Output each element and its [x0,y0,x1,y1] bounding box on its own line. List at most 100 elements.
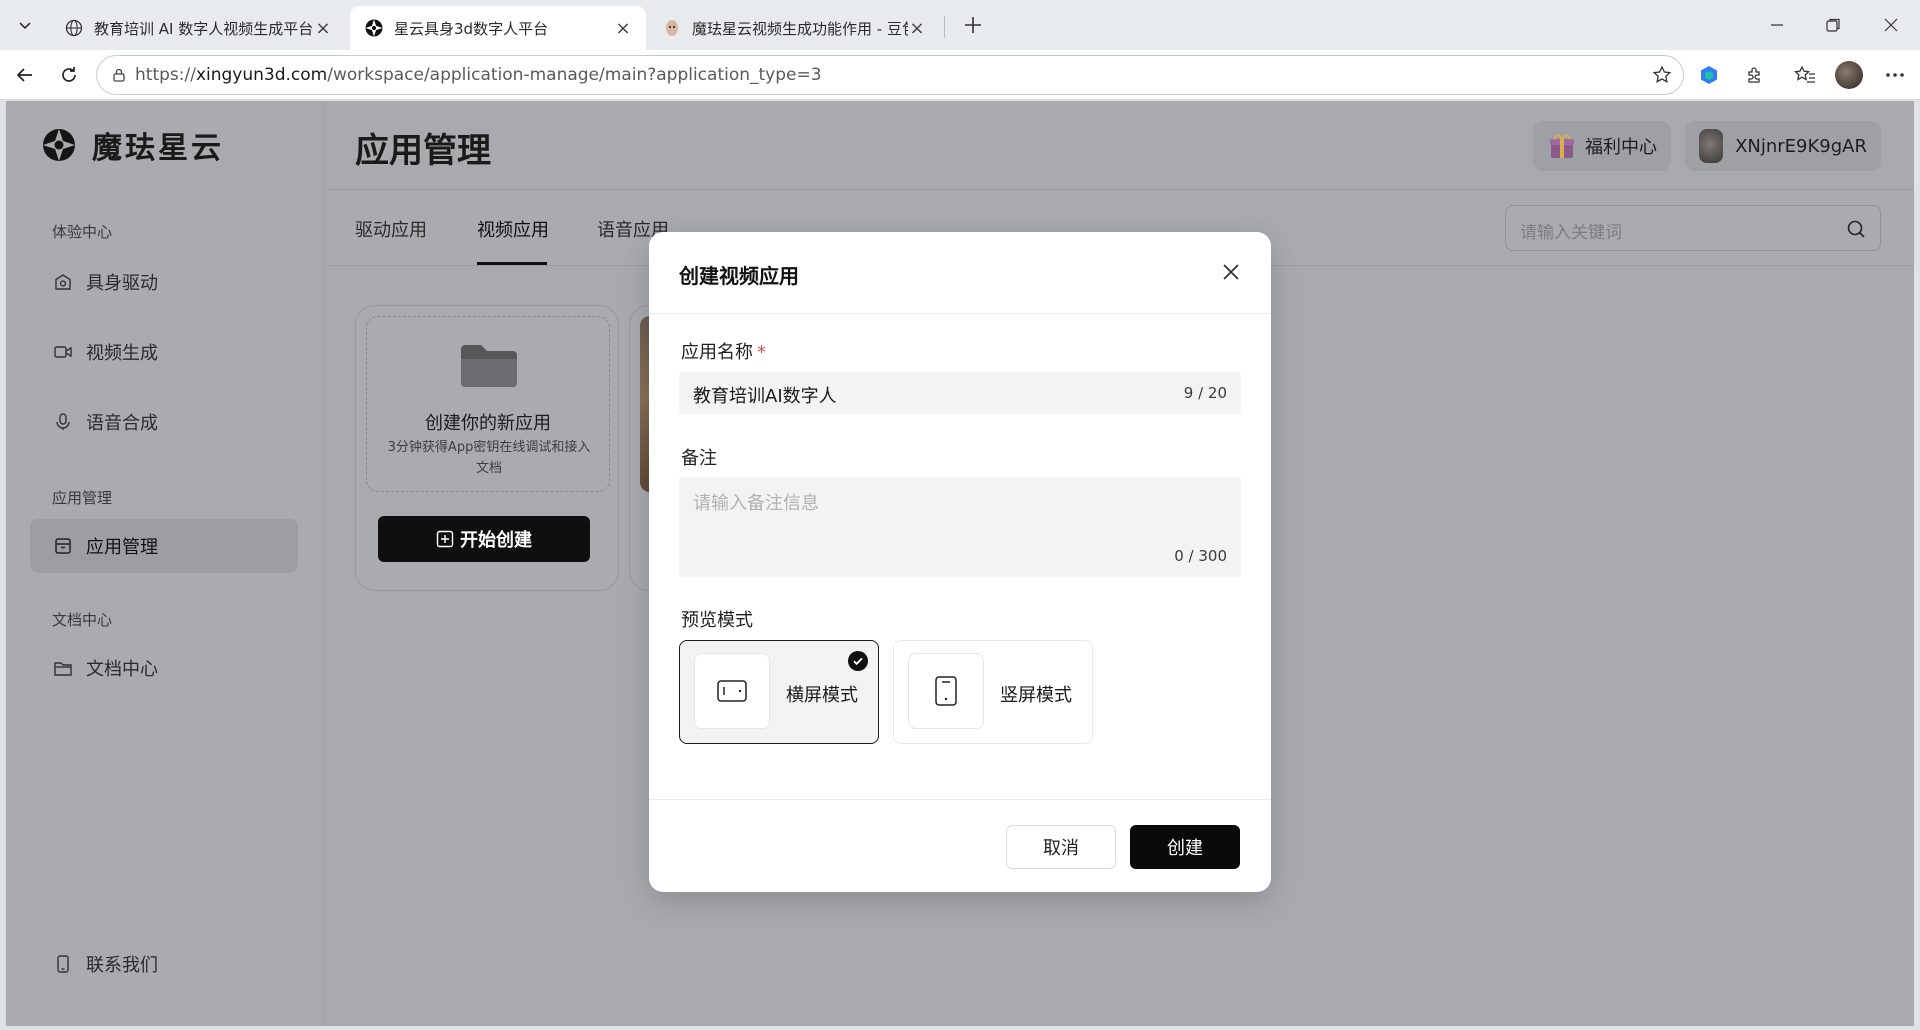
brand-name: 魔珐星云 [92,131,224,166]
folder-icon [52,657,74,679]
browser-tab-3[interactable]: 魔珐星云视频生成功能作用 - 豆包 × [648,6,940,50]
section-label-docs: 文档中心 [52,611,113,629]
landscape-thumb [694,653,770,729]
phone-icon [52,953,74,975]
dialog-close-button[interactable] [1217,258,1245,286]
app-name-input[interactable]: 教育培训AI数字人 9 / 20 [679,372,1241,414]
username: XNjnrE9K9gAR [1735,135,1867,157]
reload-icon [62,67,76,82]
tab-drive-apps[interactable]: 驱动应用 [355,216,427,242]
tab-title: 魔珐星云视频生成功能作用 - 豆包 [692,19,908,38]
avatar [1835,61,1863,89]
brand-logo[interactable]: 魔珐星云 [42,123,224,167]
portrait-thumb [908,653,984,729]
landscape-label: 横屏模式 [786,685,858,706]
brand-logo-icon [43,129,75,161]
doubao-icon [662,18,682,38]
url-field[interactable]: https://xingyun3d.com/workspace/applicat… [96,55,1684,95]
required-mark: * [757,342,766,363]
extension-logo-icon [1701,66,1717,84]
welfare-center-button[interactable]: 福利中心 [1533,121,1671,171]
favorites-icon [1794,65,1815,83]
section-label-experience: 体验中心 [52,223,113,241]
back-button[interactable] [10,60,40,90]
sidebar-item-video-gen[interactable]: 视频生成 [30,325,298,379]
browser-tab-2[interactable]: 星云具身3d数字人平台 × [350,6,646,50]
browser-tab-bar: 教育培训 AI 数字人视频生成平台 × 星云具身3d数字人平台 × 魔珐星云视频… [0,0,1920,50]
create-app-card: 创建你的新应用 3分钟获得App密钥在线调试和接入文档 开始创建 [355,305,619,591]
camera-icon [52,271,74,293]
tab-close-icon[interactable]: × [314,18,332,39]
tab-title: 教育培训 AI 数字人视频生成平台 [94,19,314,38]
cancel-button[interactable]: 取消 [1006,825,1116,869]
check-icon [848,651,868,671]
gift-icon [1550,134,1574,158]
search-input[interactable]: 请输入关键词 [1505,205,1881,251]
sidebar-item-app-management[interactable]: 应用管理 [30,519,298,573]
welfare-label: 福利中心 [1585,137,1657,158]
minimize-button[interactable] [1762,10,1792,40]
favorites-button[interactable] [1790,60,1820,90]
tab-list-button[interactable] [8,10,42,40]
contact-us-button[interactable]: 联系我们 [30,939,298,989]
note-textarea[interactable]: 请输入备注信息 0 / 300 [679,477,1241,577]
app-name-label: 应用名称 * [681,342,766,363]
sidebar-item-tts[interactable]: 语音合成 [30,395,298,449]
more-button[interactable] [1880,60,1910,90]
extension-button[interactable] [1694,60,1724,90]
restore-icon [1826,18,1840,32]
close-icon [1223,264,1239,280]
dialog-header: 创建视频应用 [649,232,1271,314]
tab-close-icon[interactable]: × [614,18,632,39]
note-placeholder: 请输入备注信息 [693,493,819,514]
note-counter: 0 / 300 [1174,547,1227,565]
sidebar: 魔珐星云 体验中心 具身驱动 视频生成 语音合成 应用管理 应用管理 文档中心 … [6,101,324,1026]
portrait-label: 竖屏模式 [1000,685,1072,706]
dialog-footer-divider [649,799,1271,800]
sidebar-item-label: 语音合成 [86,413,158,434]
profile-button[interactable] [1834,60,1864,90]
sidebar-item-embodied-drive[interactable]: 具身驱动 [30,255,298,309]
landscape-mode-option[interactable]: 横屏模式 [679,640,879,744]
reload-button[interactable] [54,60,84,90]
video-icon [52,341,74,363]
tab-title: 星云具身3d数字人平台 [394,19,549,38]
start-create-label: 开始创建 [460,530,532,551]
app-name-counter: 9 / 20 [1183,384,1227,402]
close-icon [1884,18,1898,32]
create-button[interactable]: 创建 [1130,825,1240,869]
url-text: https://xingyun3d.com/workspace/applicat… [135,65,822,85]
restore-button[interactable] [1818,10,1848,40]
tab-separator [944,16,945,38]
sidebar-item-label: 具身驱动 [86,273,158,294]
new-tab-button[interactable] [958,10,988,40]
app-name-value: 教育培训AI数字人 [693,386,837,407]
create-card-desc: 3分钟获得App密钥在线调试和接入文档 [387,440,591,476]
create-app-dropzone[interactable]: 创建你的新应用 3分钟获得App密钥在线调试和接入文档 [366,316,610,492]
plus-icon [965,17,981,33]
contact-label: 联系我们 [86,955,158,976]
sidebar-item-label: 文档中心 [86,659,158,680]
close-window-button[interactable] [1876,10,1906,40]
site-logo-icon [364,18,384,38]
lock-icon[interactable] [109,65,129,85]
create-card-title: 创建你的新应用 [425,413,551,434]
tab-video-apps[interactable]: 视频应用 [477,216,549,242]
start-create-button[interactable]: 开始创建 [378,516,590,562]
search-icon[interactable] [1844,217,1868,241]
sidebar-item-label: 视频生成 [86,343,158,364]
portrait-mode-option[interactable]: 竖屏模式 [893,640,1093,744]
extensions-button[interactable] [1740,60,1770,90]
sidebar-item-docs[interactable]: 文档中心 [30,641,298,695]
plus-square-icon [436,530,454,548]
browser-tab-1[interactable]: 教育培训 AI 数字人视频生成平台 × [50,6,346,50]
note-label: 备注 [681,448,717,469]
tab-close-icon[interactable]: × [908,18,926,39]
user-menu-button[interactable]: XNjnrE9K9gAR [1685,121,1881,171]
star-icon[interactable] [1651,64,1673,86]
portrait-icon [935,676,957,706]
create-video-app-dialog: 创建视频应用 应用名称 * 教育培训AI数字人 9 / 20 备注 请输入备注信息… [649,232,1271,892]
active-tab-indicator [477,262,547,265]
search-placeholder: 请输入关键词 [1520,223,1622,243]
sidebar-item-label: 应用管理 [86,537,158,558]
